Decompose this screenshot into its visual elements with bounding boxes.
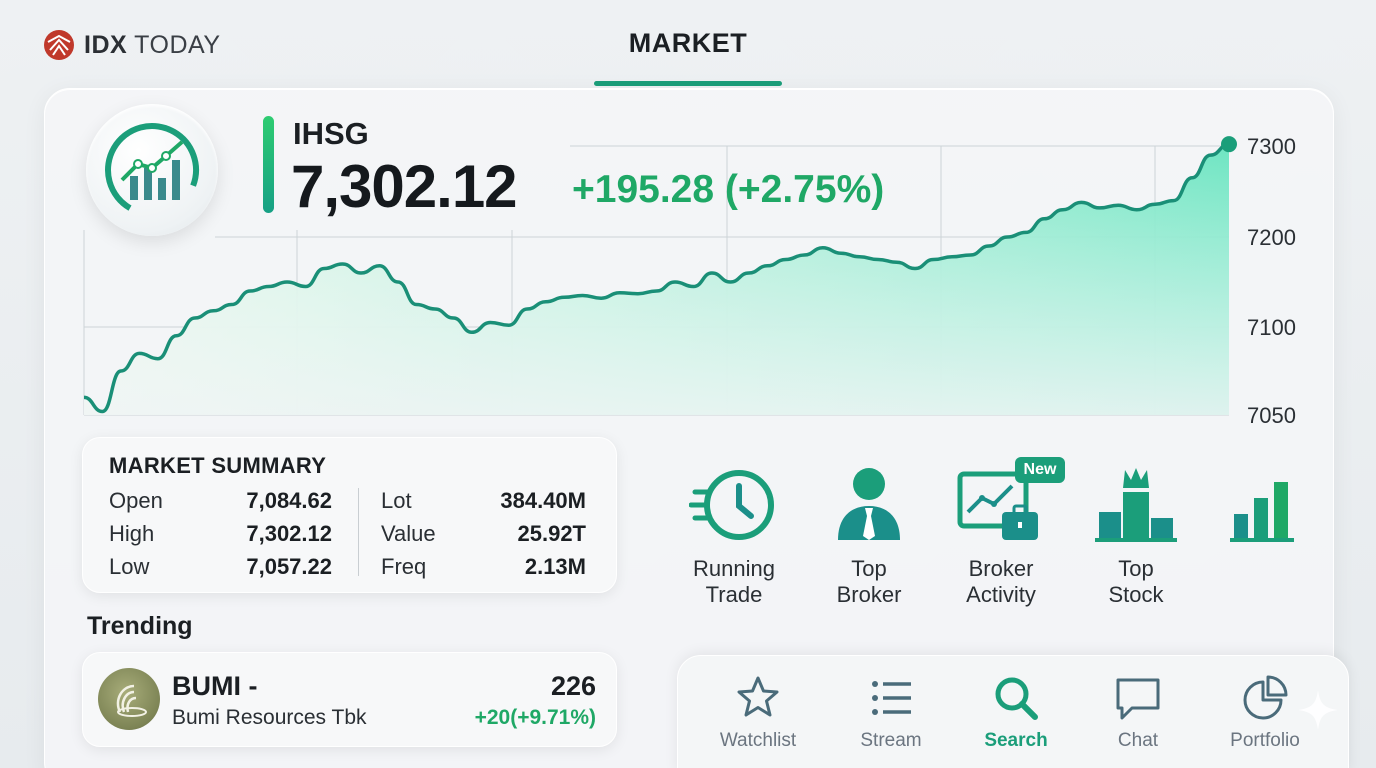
bottom-navigation: Watchlist Stream Search Chat Portfolio [677, 655, 1349, 768]
nav-search[interactable]: Search [961, 674, 1071, 752]
summary-value-low: 7,057.22 [246, 554, 332, 579]
summary-value-value: 25.92T [517, 521, 587, 546]
y-tick-label: 7300 [1247, 134, 1296, 159]
feature-bar-chart[interactable] [1200, 460, 1330, 550]
feature-label: Top Stock [1108, 556, 1164, 607]
nav-label: Chat [1117, 730, 1159, 751]
index-name: IHSG [293, 116, 369, 151]
index-accent-bar [263, 116, 274, 213]
trending-heading: Trending [87, 612, 193, 640]
summary-label-open: Open [109, 488, 163, 513]
feature-label: Broker Activity [966, 556, 1036, 607]
stock-name: Bumi Resources Tbk [172, 706, 367, 729]
stock-change: +20(+9.71%) [474, 706, 596, 729]
summary-label-high: High [109, 521, 155, 546]
search-icon [995, 677, 1038, 720]
y-tick-label: 7050 [1247, 403, 1296, 428]
market-summary-card: MARKET SUMMARY Open 7,084.62 High 7,302.… [82, 437, 617, 593]
y-tick-label: 7200 [1247, 225, 1296, 250]
nav-watchlist[interactable]: Watchlist [703, 674, 813, 752]
feature-top-stock[interactable]: Top Stock [1071, 460, 1201, 608]
summary-value-lot: 384.40M [500, 488, 586, 513]
index-icon [86, 104, 218, 236]
stock-code: BUMI - [172, 671, 258, 701]
summary-label-value: Value [381, 521, 436, 546]
feature-label: Top Broker [836, 556, 902, 607]
summary-value-open: 7,084.62 [246, 488, 332, 513]
index-change: +195.28 (+2.75%) [572, 168, 885, 211]
stock-price: 226 [550, 671, 596, 701]
chart-end-dot [1221, 136, 1237, 153]
growth-chart-icon [105, 123, 199, 217]
summary-label-freq: Freq [381, 554, 427, 579]
summary-divider [358, 488, 359, 576]
chat-icon [1116, 678, 1160, 720]
feature-running-trade[interactable]: Running Trade [669, 460, 799, 608]
nav-label: Stream [860, 730, 922, 751]
list-icon [872, 681, 911, 715]
summary-label-lot: Lot [381, 488, 412, 513]
new-badge: New [1015, 457, 1065, 483]
index-chart[interactable]: 7300 7200 7100 7050 [0, 0, 1376, 440]
trending-stock-card[interactable]: BUMI - Bumi Resources Tbk 226 +20(+9.71%… [82, 652, 617, 747]
broker-person-icon [838, 468, 900, 540]
nav-chat[interactable]: Chat [1083, 674, 1193, 752]
nav-stream[interactable]: Stream [836, 674, 946, 752]
sparkle-icon [1298, 690, 1338, 730]
summary-value-high: 7,302.12 [246, 521, 332, 546]
nav-label: Search [984, 730, 1048, 751]
y-axis-labels: 7300 7200 7100 7050 [1247, 134, 1296, 428]
feature-label: Running Trade [693, 556, 775, 607]
pie-chart-icon [1243, 675, 1288, 720]
nav-label: Portfolio [1230, 730, 1300, 751]
summary-value-freq: 2.13M [524, 554, 586, 579]
index-value: 7,302.12 [291, 153, 518, 220]
stock-logo-avatar [98, 668, 160, 730]
clock-speed-icon [689, 470, 774, 540]
star-icon [737, 676, 779, 717]
crown-podium-icon [1095, 468, 1177, 542]
summary-label-low: Low [109, 554, 150, 579]
y-tick-label: 7100 [1247, 315, 1296, 340]
bar-chart-icon [1230, 482, 1294, 542]
feature-top-broker[interactable]: Top Broker [804, 460, 934, 608]
nav-label: Watchlist [719, 730, 797, 751]
market-summary-title: MARKET SUMMARY [109, 453, 327, 478]
